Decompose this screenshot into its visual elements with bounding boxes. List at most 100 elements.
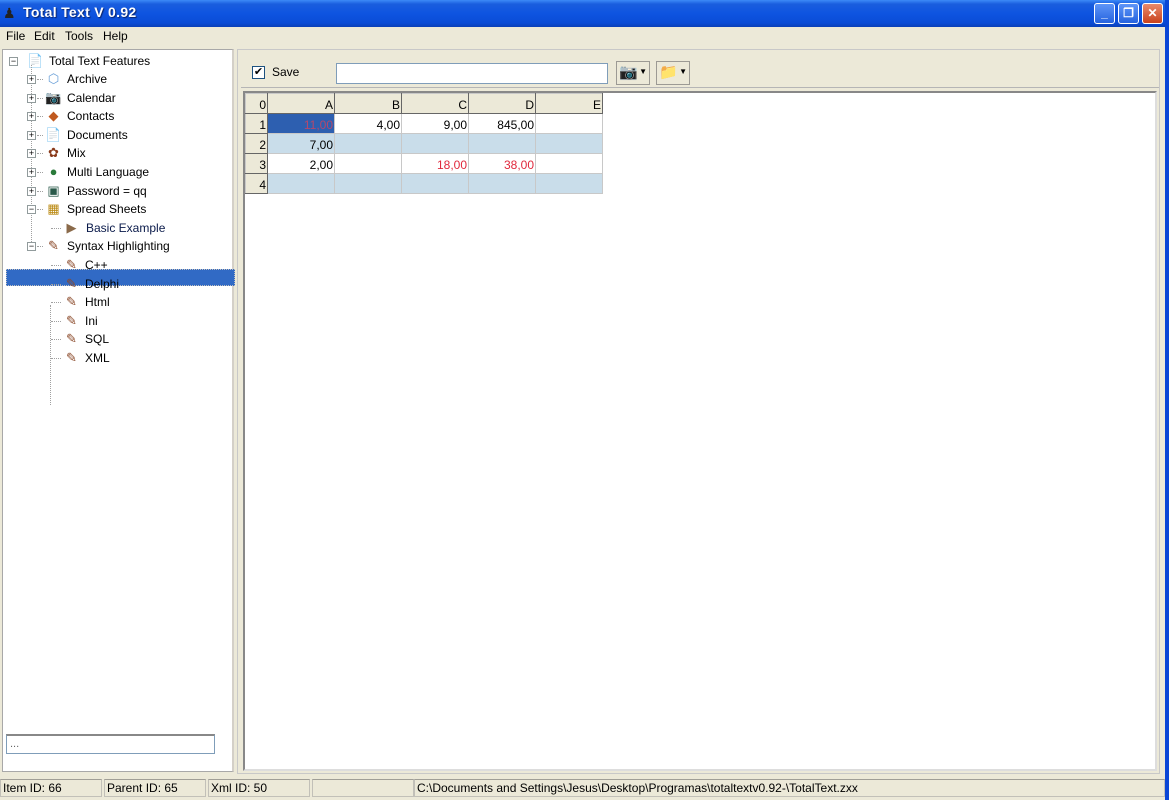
tree-item-contacts[interactable]: + ◆ Contacts — [3, 107, 231, 125]
minimize-button[interactable]: _ — [1094, 3, 1115, 24]
cell-d3[interactable]: 38,00 — [468, 153, 536, 174]
expander[interactable]: − — [27, 205, 36, 215]
cell-c4[interactable] — [401, 173, 469, 194]
row-header[interactable]: 3 — [245, 153, 268, 174]
cell-e2[interactable] — [535, 133, 603, 154]
expander[interactable]: + — [27, 186, 36, 196]
expander[interactable]: + — [27, 149, 36, 159]
header-row: 0ABCDE — [245, 93, 603, 114]
tree-root[interactable]: − 📄 Total Text Features — [3, 52, 231, 70]
tree-item-selected[interactable]: ▶ Basic Example — [3, 219, 231, 237]
cell-c2[interactable] — [401, 133, 469, 154]
expander[interactable]: + — [27, 112, 36, 122]
close-button[interactable]: ✕ — [1142, 3, 1163, 24]
empty-status — [312, 779, 414, 797]
toolbar: ✔ Save 📷 ▼ 📁 ▼ — [241, 54, 1159, 88]
column-header-b[interactable]: B — [334, 93, 402, 114]
tree-connector — [37, 209, 43, 211]
tree-item-calendar[interactable]: + 📷 Calendar — [3, 89, 231, 107]
cell-b2[interactable] — [334, 133, 402, 154]
cell-c1[interactable]: 9,00 — [401, 113, 469, 134]
tree-item-label: Html — [85, 295, 110, 310]
tree-item-label: Delphi — [85, 276, 120, 291]
search-input[interactable]: ... — [6, 734, 215, 754]
quill-icon: ✎ — [66, 350, 77, 365]
tree-item-delphi[interactable]: ✎ Delphi — [3, 275, 231, 293]
tree-connector — [51, 265, 61, 266]
tree-item-sql[interactable]: ✎ SQL — [3, 330, 231, 348]
expander[interactable]: + — [27, 168, 36, 177]
quill-icon: ✎ — [66, 294, 77, 310]
camera-dropdown-button[interactable]: 📷 ▼ — [616, 61, 650, 85]
tree-item-multi-language[interactable]: + ● Multi Language — [3, 163, 231, 181]
cell-d4[interactable] — [468, 173, 536, 194]
tree-item-c-[interactable]: ✎ C++ — [3, 256, 231, 274]
cell-e4[interactable] — [535, 173, 603, 194]
tree-connector — [51, 339, 61, 341]
mix-icon: ✿ — [48, 145, 59, 161]
menu-bar: File Edit Tools Help — [0, 27, 1165, 46]
cell-b4[interactable] — [334, 173, 402, 194]
column-header-c[interactable]: C — [401, 93, 469, 114]
expander[interactable]: + — [27, 130, 36, 140]
expander[interactable]: + — [27, 93, 36, 103]
menu-file[interactable]: File — [6, 29, 25, 43]
tree-item-label: Contacts — [67, 109, 115, 124]
menu-help[interactable]: Help — [103, 29, 128, 43]
camera-icon: 📷 — [619, 64, 638, 81]
expander[interactable]: − — [27, 242, 36, 252]
expander[interactable]: − — [9, 57, 18, 66]
cell-b3[interactable] — [334, 153, 402, 174]
name-input[interactable] — [336, 63, 608, 84]
row-header[interactable]: 4 — [245, 173, 268, 194]
tree-connector — [37, 79, 43, 80]
chevron-down-icon: ▼ — [679, 67, 687, 76]
tree-item-label: XML — [85, 351, 110, 365]
tree-item-label: Ini — [85, 313, 98, 328]
cell-e3[interactable] — [535, 153, 603, 174]
row-header[interactable]: 1 — [245, 113, 268, 134]
globe-icon: ● — [49, 164, 58, 179]
tree-item-syntax-highlighting[interactable]: − ✎ Syntax Highlighting — [3, 237, 231, 255]
cell-a4[interactable] — [267, 173, 335, 194]
tree-connector — [37, 153, 43, 155]
tree-item-label: Documents — [67, 127, 128, 142]
tree-item-documents[interactable]: + 📄 Documents — [3, 126, 231, 144]
cell-e1[interactable] — [535, 113, 603, 134]
quill-icon: ✎ — [66, 331, 77, 347]
restore-button[interactable]: ❐ — [1118, 3, 1139, 24]
folder-dropdown-button[interactable]: 📁 ▼ — [656, 61, 690, 85]
tree-item-xml[interactable]: ✎ XML — [3, 349, 231, 367]
chevron-down-icon: ▼ — [639, 67, 647, 76]
tree-connector — [37, 190, 43, 192]
tree-item-ini[interactable]: ✎ Ini — [3, 312, 231, 330]
cell-a2[interactable]: 7,00 — [267, 133, 335, 154]
cell-d1[interactable]: 845,00 — [468, 113, 536, 134]
expander[interactable]: + — [27, 75, 36, 84]
cell-d2[interactable] — [468, 133, 536, 154]
column-header-a[interactable]: A — [267, 93, 335, 114]
column-header-e[interactable]: E — [535, 93, 603, 114]
cell-b1[interactable]: 4,00 — [334, 113, 402, 134]
tree-item-html[interactable]: ✎ Html — [3, 293, 231, 311]
save-checkbox[interactable]: ✔ — [252, 66, 265, 79]
row-header[interactable]: 2 — [245, 133, 268, 154]
parent-id-status: Parent ID: 65 — [104, 779, 206, 797]
cell-c3[interactable]: 18,00 — [401, 153, 469, 174]
tree-item-mix[interactable]: + ✿ Mix — [3, 144, 231, 162]
cell-a3[interactable]: 2,00 — [267, 153, 335, 174]
tree-connector — [37, 246, 43, 248]
menu-edit[interactable]: Edit — [34, 29, 55, 43]
column-header-d[interactable]: D — [468, 93, 536, 114]
archive-icon: ⬡ — [47, 71, 60, 86]
spreadsheet-grid: 0 A B C D E 1 11,00 4,00 9,00 845,00 2 7,00 3 2,00 18,0… — [245, 93, 603, 194]
tree-item-password-qq[interactable]: + ▣ Password = qq — [3, 182, 231, 200]
corner-cell[interactable]: 0 — [245, 93, 268, 114]
menu-tools[interactable]: Tools — [65, 29, 93, 43]
tree-connector — [51, 227, 61, 229]
cell-a1[interactable]: 11,00 — [267, 113, 335, 134]
tree-item-spread-sheets[interactable]: − ▦ Spread Sheets — [3, 200, 231, 218]
tree-item-label: SQL — [85, 332, 110, 347]
document-icon: 📄 — [45, 126, 62, 142]
tree-item-archive[interactable]: + ⬡ Archive — [3, 70, 231, 88]
